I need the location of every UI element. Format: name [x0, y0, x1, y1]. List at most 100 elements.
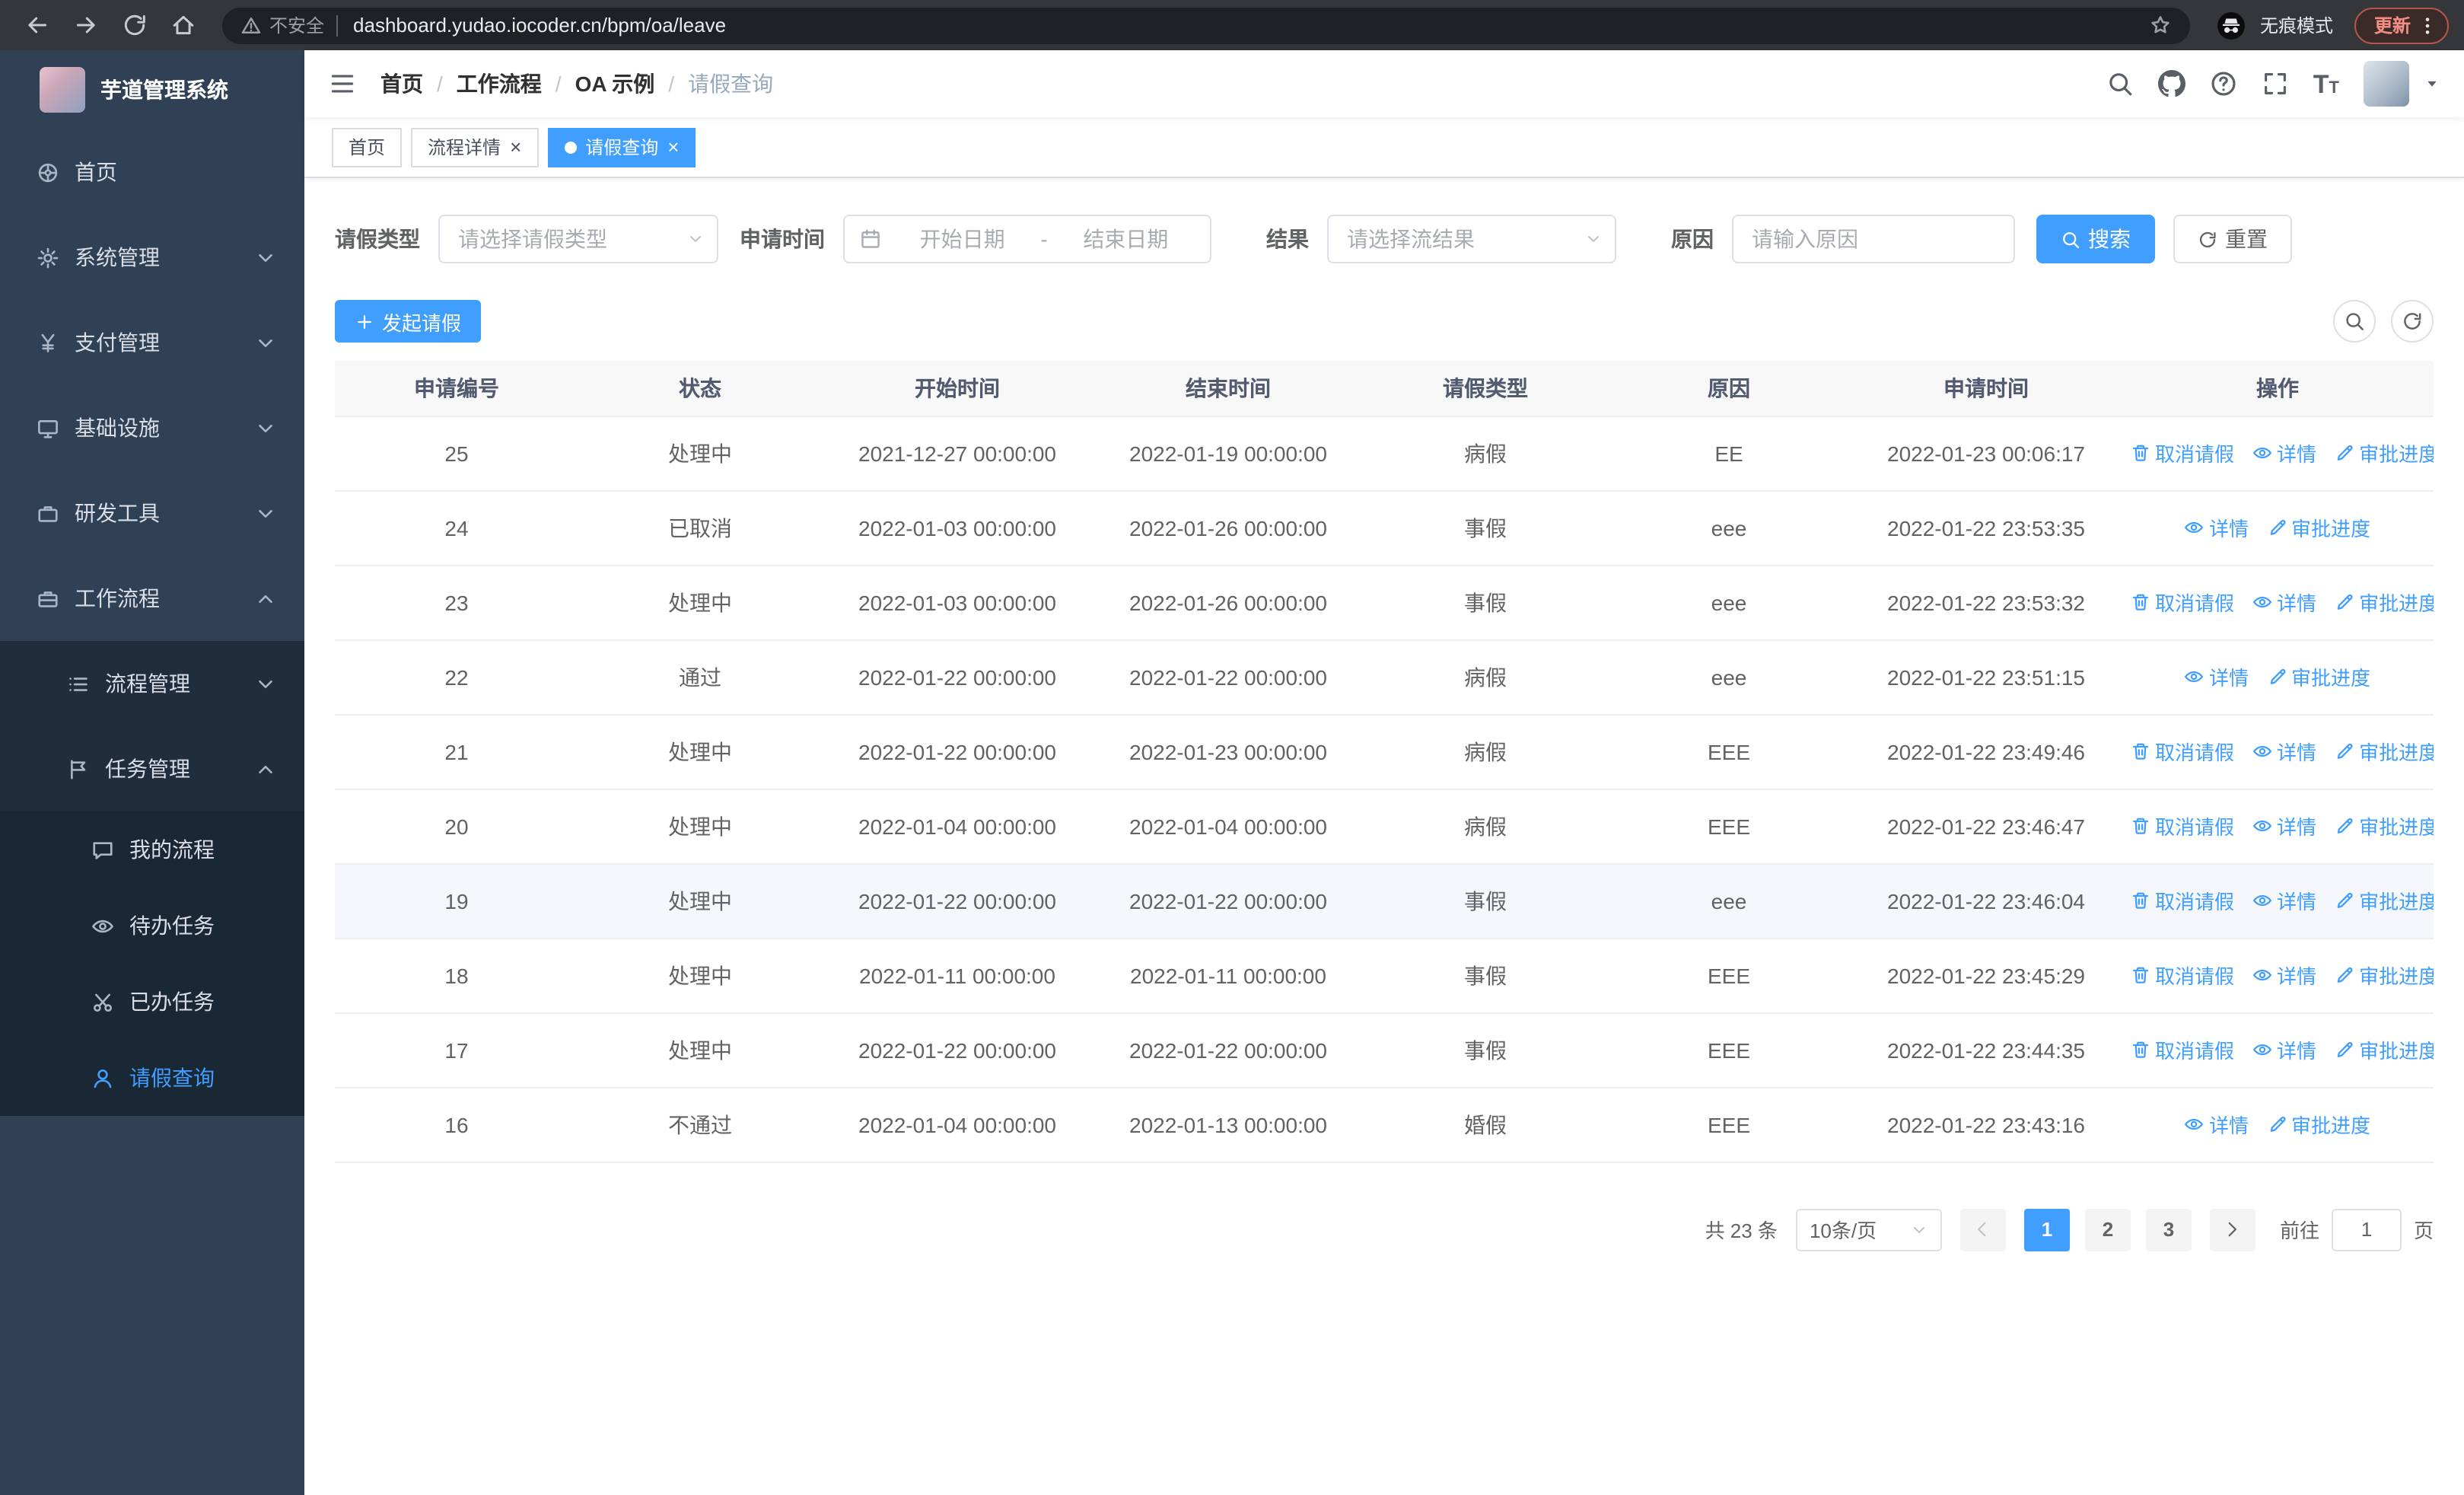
view-detail-action[interactable]: 详情: [2252, 588, 2316, 617]
cancel-leave-action[interactable]: 取消请假: [2131, 438, 2234, 467]
breadcrumb-item[interactable]: OA 示例: [575, 69, 655, 99]
approval-progress-action[interactable]: 审批进度: [2335, 1035, 2434, 1064]
sidebar-item-leave-query[interactable]: 请假查询: [0, 1040, 304, 1116]
leave-type-input[interactable]: [458, 227, 686, 251]
view-detail-action[interactable]: 详情: [2252, 886, 2316, 915]
reset-button[interactable]: 重置: [2173, 215, 2292, 263]
approval-progress-action[interactable]: 审批进度: [2335, 811, 2434, 840]
sidebar-item-todo-tasks[interactable]: 待办任务: [0, 888, 304, 964]
reason-input[interactable]: [1752, 227, 2001, 251]
tab-home[interactable]: 首页: [332, 127, 403, 167]
cancel-leave-action[interactable]: 取消请假: [2131, 737, 2234, 766]
url-text[interactable]: dashboard.yudao.iocoder.cn/bpm/oa/leave: [353, 14, 726, 37]
end-date-input[interactable]: [1053, 227, 1198, 251]
view-detail-action[interactable]: 详情: [2185, 1110, 2249, 1139]
sidebar-item-my-process[interactable]: 我的流程: [0, 811, 304, 888]
view-detail-action[interactable]: 详情: [2252, 1035, 2316, 1064]
page-button-1[interactable]: 1: [2023, 1208, 2070, 1251]
back-icon[interactable]: [15, 4, 58, 46]
star-icon[interactable]: [2149, 14, 2172, 37]
address-bar[interactable]: 不安全 dashboard.yudao.iocoder.cn/bpm/oa/le…: [222, 7, 2190, 43]
reload-icon[interactable]: [113, 4, 155, 46]
refresh-table-button[interactable]: [2391, 300, 2434, 343]
approval-progress-action[interactable]: 审批进度: [2335, 438, 2434, 467]
column-header: 开始时间: [822, 361, 1093, 416]
cancel-leave-action[interactable]: 取消请假: [2131, 886, 2234, 915]
apply-time-range-picker[interactable]: -: [843, 215, 1211, 263]
search-icon[interactable]: [2106, 70, 2134, 97]
chevron-right-icon: [2223, 1219, 2243, 1239]
cell-actions: 详情 审批进度: [2122, 639, 2434, 715]
view-detail-action[interactable]: 详情: [2252, 737, 2316, 766]
action-label: 取消请假: [2155, 891, 2235, 913]
delete-icon: [2131, 891, 2150, 910]
approval-progress-action[interactable]: 审批进度: [2335, 886, 2434, 915]
list-icon: [67, 672, 90, 695]
search-button[interactable]: 搜索: [2036, 215, 2155, 263]
approval-progress-action[interactable]: 审批进度: [2335, 961, 2434, 990]
forward-icon[interactable]: [64, 4, 107, 46]
tab-close-icon[interactable]: ×: [667, 137, 679, 157]
leave-type-select[interactable]: [438, 215, 718, 263]
home-icon[interactable]: [161, 4, 204, 46]
reason-field[interactable]: [1732, 215, 2015, 263]
sidebar-item-infrastructure[interactable]: 基础设施: [0, 385, 304, 470]
page-button-2[interactable]: 2: [2084, 1208, 2131, 1251]
fullscreen-icon[interactable]: [2262, 70, 2289, 97]
cell-actions: 取消请假 详情 审批进度: [2122, 565, 2434, 640]
tab-leave-query[interactable]: 请假查询 ×: [547, 127, 696, 167]
kebab-menu-icon[interactable]: [2417, 14, 2438, 36]
sidebar-item-done-tasks[interactable]: 已办任务: [0, 964, 304, 1040]
cancel-leave-action[interactable]: 取消请假: [2131, 588, 2234, 617]
pagination: 共 23 条 10条/页 123 前往 页: [335, 1208, 2434, 1251]
result-select[interactable]: [1327, 215, 1616, 263]
security-label[interactable]: 不安全: [269, 12, 324, 38]
chrome-update-button[interactable]: 更新: [2354, 7, 2449, 43]
approval-progress-action[interactable]: 审批进度: [2335, 588, 2434, 617]
view-detail-action[interactable]: 详情: [2185, 513, 2249, 542]
sidebar-item-workflow[interactable]: 工作流程: [0, 556, 304, 641]
sidebar-item-process-management[interactable]: 流程管理: [0, 641, 304, 726]
hide-search-button[interactable]: [2333, 300, 2376, 343]
result-input[interactable]: [1347, 227, 1584, 251]
view-detail-action[interactable]: 详情: [2185, 662, 2249, 691]
view-detail-action[interactable]: 详情: [2252, 811, 2316, 840]
delete-icon: [2131, 443, 2150, 463]
sidebar-item-devtools[interactable]: 研发工具: [0, 470, 304, 556]
approval-progress-action[interactable]: 审批进度: [2267, 662, 2370, 691]
approval-progress-action[interactable]: 审批进度: [2267, 1110, 2370, 1139]
sidebar-item-home[interactable]: 首页: [0, 129, 304, 215]
eye-icon: [91, 914, 114, 937]
sidebar-item-system[interactable]: 系统管理: [0, 215, 304, 300]
cancel-leave-action[interactable]: 取消请假: [2131, 1035, 2234, 1064]
page-size-select[interactable]: 10条/页: [1795, 1208, 1942, 1251]
goto-page-input[interactable]: [2331, 1208, 2402, 1251]
menu-fold-icon[interactable]: [329, 70, 356, 97]
tab-close-icon[interactable]: ×: [510, 137, 521, 157]
view-detail-action[interactable]: 详情: [2252, 961, 2316, 990]
filter-label-reason: 原因: [1671, 227, 1714, 251]
omnibox-divider: [336, 14, 339, 36]
create-leave-button[interactable]: 发起请假: [335, 300, 482, 343]
github-icon[interactable]: [2157, 70, 2185, 97]
sidebar-item-payment[interactable]: 支付管理: [0, 300, 304, 385]
cancel-leave-action[interactable]: 取消请假: [2131, 811, 2234, 840]
help-icon[interactable]: [2210, 70, 2237, 97]
breadcrumb-item[interactable]: 首页: [380, 69, 423, 99]
font-size-icon[interactable]: TT: [2313, 71, 2339, 97]
view-detail-action[interactable]: 详情: [2252, 438, 2316, 467]
prev-page-button[interactable]: [1959, 1208, 2006, 1251]
page-button-3[interactable]: 3: [2145, 1208, 2192, 1251]
sidebar-item-task-management[interactable]: 任务管理: [0, 726, 304, 811]
start-date-input[interactable]: [890, 227, 1035, 251]
sidebar-item-label: 已办任务: [129, 990, 215, 1014]
tab-process-detail[interactable]: 流程详情 ×: [411, 127, 539, 167]
next-page-button[interactable]: [2209, 1208, 2255, 1251]
approval-progress-action[interactable]: 审批进度: [2267, 513, 2370, 542]
breadcrumb-item[interactable]: 工作流程: [457, 69, 542, 99]
caret-down-icon[interactable]: [2424, 76, 2440, 91]
approval-progress-action[interactable]: 审批进度: [2335, 737, 2434, 766]
cancel-leave-action[interactable]: 取消请假: [2131, 961, 2234, 990]
avatar[interactable]: [2364, 61, 2409, 107]
action-label: 取消请假: [2155, 443, 2235, 466]
